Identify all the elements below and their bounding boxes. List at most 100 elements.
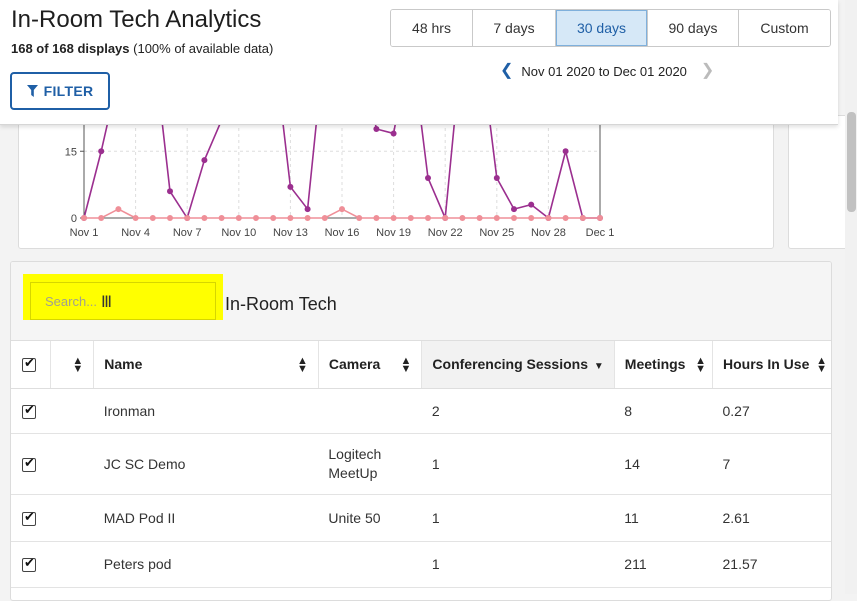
column-header-conferencing-sessions[interactable]: Conferencing Sessions ▼: [421, 341, 615, 389]
select-all-checkbox[interactable]: [22, 356, 36, 373]
in-room-tech-panel: Ⅲ In-Room Tech ▲▼ Name ▲▼ Camera ▲▼: [10, 261, 832, 601]
data-point: [511, 215, 517, 221]
name-cell: MAD Pod II: [93, 494, 319, 542]
data-point: [442, 215, 449, 221]
x-tick-label: Nov 16: [325, 227, 360, 239]
date-range-text: Nov 01 2020 to Dec 01 2020: [521, 63, 687, 79]
x-tick-label: Nov 25: [479, 227, 514, 239]
data-point: [425, 215, 431, 221]
column-header-camera[interactable]: Camera ▲ ▼: [318, 341, 423, 389]
data-point: [115, 206, 122, 213]
select-all-header: [11, 341, 52, 389]
hours-cell: 0.27: [712, 388, 831, 434]
sessions-cell: 1: [421, 494, 615, 542]
data-point: [287, 183, 294, 190]
hours-cell: 7: [712, 433, 831, 495]
hours-cell: 21.57: [712, 541, 831, 588]
sessions-cell: 1: [421, 541, 615, 588]
row-checkbox[interactable]: [22, 556, 36, 573]
row-checkbox[interactable]: [22, 456, 36, 472]
scrollbar-thumb[interactable]: [847, 112, 856, 212]
range-7days-button[interactable]: 7 days: [473, 10, 556, 46]
sort-icon: ▲ ▼: [695, 355, 706, 375]
camera-cell: Unite 50: [318, 494, 422, 542]
page-scrollbar[interactable]: [845, 0, 857, 594]
data-point: [562, 148, 569, 155]
data-point: [304, 206, 311, 213]
table-row[interactable]: JC SC Demo Logitech MeetUp 1 14 7: [11, 433, 831, 495]
row-checkbox[interactable]: [22, 403, 36, 419]
page-header: In-Room Tech Analytics 168 of 168 displa…: [0, 0, 838, 125]
filter-button[interactable]: FILTER: [10, 72, 110, 110]
table-row[interactable]: Ironman 2 8 0.27: [11, 388, 831, 434]
display-count-value: 168 of 168 displays: [11, 41, 130, 56]
table-row[interactable]: MAD Pod II Unite 50 1 11 2.61: [11, 494, 831, 542]
table-row[interactable]: Peters pod 1 211 21.57: [11, 541, 831, 588]
data-point: [373, 126, 380, 132]
data-point: [476, 215, 483, 221]
table-header-row: ▲▼ Name ▲▼ Camera ▲▼ Conferencing Sessio…: [11, 341, 831, 389]
row-checkbox[interactable]: [22, 510, 36, 526]
data-point: [321, 215, 328, 221]
data-point: [98, 215, 105, 221]
data-point: [373, 215, 380, 221]
x-tick-label: Nov 13: [273, 227, 308, 239]
secondary-chart-card: [788, 115, 848, 249]
filter-button-label: FILTER: [43, 83, 94, 99]
data-point: [149, 215, 156, 221]
status-sort-header[interactable]: ▲ ▼: [50, 341, 95, 389]
range-custom-button[interactable]: Custom: [739, 10, 830, 46]
camera-cell: [318, 541, 422, 588]
x-tick-label: Nov 28: [531, 227, 566, 239]
column-hours-label: Hours In Use: [723, 356, 810, 373]
range-48hrs-button[interactable]: 48 hrs: [391, 10, 473, 46]
column-camera-label: Camera: [328, 356, 381, 373]
usage-line-chart: 0 15 Nov 1 Nov 4 Nov 7 Nov 10 Nov 13 Nov 16 Nov …: [65, 116, 615, 239]
x-tick-label: Nov 19: [376, 227, 411, 239]
data-point: [98, 148, 105, 155]
column-name-label: Name: [104, 356, 143, 373]
data-point: [339, 206, 345, 213]
chevron-left-icon[interactable]: ❮: [500, 63, 513, 79]
data-point: [562, 215, 569, 221]
range-30days-button[interactable]: 30 days: [556, 10, 648, 46]
panel-header: Ⅲ In-Room Tech: [11, 262, 831, 341]
row-select-cell: [11, 494, 51, 542]
data-point: [201, 215, 208, 221]
row-select-cell: [11, 433, 51, 495]
data-point: [390, 215, 397, 221]
data-point: [235, 215, 242, 221]
x-tick-label: Dec 1: [586, 227, 615, 239]
x-tick-label: Nov 22: [428, 227, 463, 239]
meetings-cell: 8: [614, 388, 713, 434]
data-point: [459, 215, 466, 221]
hours-cell: 2.61: [712, 494, 831, 542]
name-cell: Peters pod: [93, 541, 319, 588]
sessions-cell: 2: [421, 388, 615, 434]
row-status-cell: [50, 494, 94, 542]
data-point: [579, 215, 586, 221]
sort-descending-icon: ▼: [593, 361, 604, 373]
data-point: [528, 215, 535, 221]
data-point: [287, 215, 294, 221]
chevron-right-icon[interactable]: ❯: [701, 63, 714, 79]
in-room-tech-table: ▲▼ Name ▲▼ Camera ▲▼ Conferencing Sessio…: [11, 341, 831, 588]
range-90days-button[interactable]: 90 days: [648, 10, 739, 46]
series-0: [81, 116, 603, 221]
x-tick-label: Nov 10: [221, 227, 256, 239]
column-header-name[interactable]: Name ▲ ▼: [93, 341, 319, 389]
camera-cell: [318, 388, 422, 434]
data-point: [528, 201, 535, 208]
column-header-meetings[interactable]: Meetings ▲ ▼: [614, 341, 714, 389]
date-navigator: ❮ Nov 01 2020 to Dec 01 2020 ❯: [500, 63, 714, 79]
row-select-cell: [11, 388, 51, 434]
search-input[interactable]: [30, 282, 216, 320]
column-meetings-label: Meetings: [624, 356, 686, 373]
column-header-hours-in-use[interactable]: Hours In Use ▲ ▼: [712, 341, 831, 389]
y-tick-label: 0: [71, 213, 77, 225]
meetings-cell: 11: [614, 494, 713, 542]
camera-cell: Logitech MeetUp: [318, 433, 422, 495]
row-select-cell: [11, 541, 51, 588]
column-sessions-label: Conferencing Sessions: [432, 356, 588, 373]
data-point: [304, 215, 311, 221]
